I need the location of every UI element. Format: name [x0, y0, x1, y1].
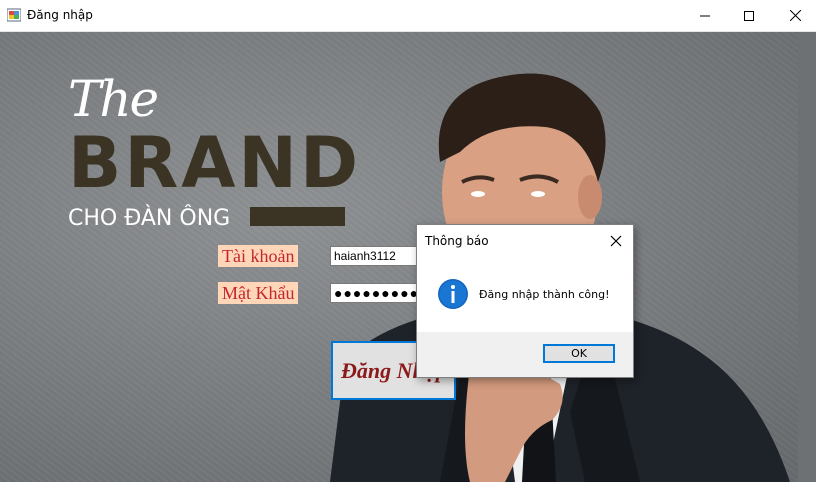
username-label: Tài khoản [218, 245, 299, 267]
password-input[interactable]: ●●●●●●●●●● [330, 283, 428, 303]
maximize-button[interactable] [726, 0, 772, 31]
brand-the-text: The [68, 70, 159, 128]
login-form-client: The BRAND CHO ĐÀN ÔNG Tài khoản haianh31… [0, 32, 816, 482]
message-dialog: Thông báo Đăng nhập thành công! OK [416, 224, 634, 378]
background-edge [798, 32, 816, 482]
ok-button[interactable]: OK [543, 344, 615, 363]
window-titlebar: Đăng nhập [0, 0, 816, 32]
maximize-icon [744, 10, 754, 21]
ok-button-label: OK [571, 347, 587, 360]
password-label: Mật Khẩu [218, 282, 299, 304]
brand-accent-bar [250, 207, 345, 226]
dialog-message: Đăng nhập thành công! [479, 288, 610, 301]
close-button[interactable] [772, 0, 816, 31]
brand-tagline: CHO ĐÀN ÔNG [68, 206, 231, 231]
window-title: Đăng nhập [27, 8, 93, 22]
app-icon [7, 8, 21, 22]
close-icon [789, 10, 801, 21]
minimize-button[interactable] [682, 0, 728, 31]
info-icon [438, 279, 468, 309]
close-icon [610, 235, 622, 247]
dialog-close-button[interactable] [605, 231, 627, 251]
minimize-icon [700, 15, 710, 16]
dialog-footer: OK [417, 332, 633, 377]
username-input[interactable]: haianh3112 [330, 246, 420, 266]
dialog-title: Thông báo [425, 234, 489, 248]
brand-title: BRAND [68, 122, 362, 204]
